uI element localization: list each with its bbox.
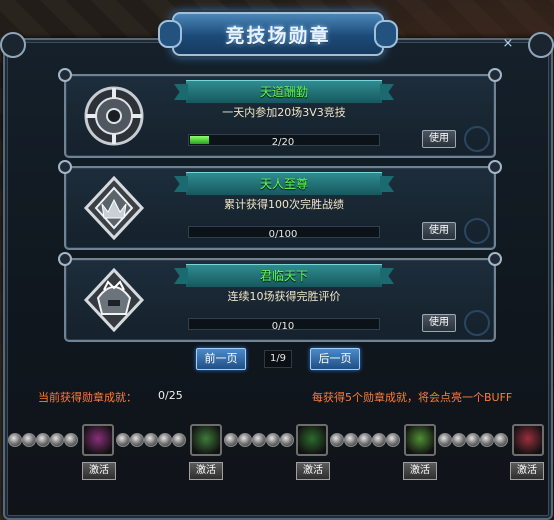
medal-slot-dot: [130, 433, 144, 447]
corner-ornament-top-left: [0, 32, 26, 58]
use-button[interactable]: 使用: [422, 130, 456, 148]
activate-button-2[interactable]: 激活: [189, 462, 223, 480]
medal-card-1: 天道酬勤 一天内参加20场3V3竞技 2/20 使用: [58, 68, 502, 158]
green-muscle-icon[interactable]: [404, 424, 436, 456]
page-indicator: 1/9: [264, 350, 292, 368]
buff-strip: [8, 424, 546, 456]
medal-slot-dot: [158, 433, 172, 447]
card-corner-ornament: [488, 160, 502, 174]
window-title: 竞技场勋章: [225, 25, 331, 47]
swirl-icon: [464, 126, 490, 152]
medal-slot-dot: [172, 433, 186, 447]
medal-slot-dot: [452, 433, 466, 447]
card-corner-ornament: [58, 160, 72, 174]
medal-slot-dot: [386, 433, 400, 447]
crown-medal-icon: [83, 176, 145, 240]
medal-description: 累计获得100次完胜战绩: [224, 198, 344, 211]
medal-slot-dot: [36, 433, 50, 447]
medal-slot-dot: [466, 433, 480, 447]
card-corner-ornament: [488, 252, 502, 266]
medal-name-banner: 君临天下: [186, 264, 382, 288]
activate-button-3[interactable]: 激活: [296, 462, 330, 480]
activate-button-1[interactable]: 激活: [82, 462, 116, 480]
medal-name: 天人至尊: [259, 177, 308, 191]
swirl-icon: [464, 218, 490, 244]
medal-slot-dot: [22, 433, 36, 447]
medal-slot-dot: [280, 433, 294, 447]
medal-name-banner: 天人至尊: [186, 172, 382, 196]
red-gem-icon[interactable]: [512, 424, 544, 456]
corner-ornament-top-right: [528, 32, 554, 58]
medal-slot-dot: [64, 433, 78, 447]
purple-cloak-icon[interactable]: [82, 424, 114, 456]
next-page-button[interactable]: 后一页: [310, 348, 360, 370]
green-figure-icon[interactable]: [296, 424, 328, 456]
medal-slot-dot: [144, 433, 158, 447]
achievement-label: 当前获得勋章成就：: [38, 391, 137, 404]
medal-slot-dot: [344, 433, 358, 447]
medal-slot-dot: [266, 433, 280, 447]
medal-slot-dot: [438, 433, 452, 447]
medal-card-2: 天人至尊 累计获得100次完胜战绩 0/100 使用: [58, 160, 502, 250]
medal-slot-dot: [8, 433, 22, 447]
medal-slot-dot: [238, 433, 252, 447]
progress-text: 0/100: [268, 229, 298, 240]
gear-medal-icon: [84, 86, 144, 146]
green-beast-icon[interactable]: [190, 424, 222, 456]
medal-slot-dot: [252, 433, 266, 447]
medal-description: 连续10场获得完胜评价: [227, 290, 341, 303]
progress-text: 2/20: [271, 137, 295, 148]
card-corner-ornament: [488, 68, 502, 82]
medal-slot-dot: [494, 433, 508, 447]
medal-description: 一天内参加20场3V3竞技: [222, 106, 346, 119]
medal-name: 君临天下: [259, 269, 308, 283]
swirl-icon: [464, 310, 490, 336]
achievement-value: 0/25: [158, 389, 183, 402]
use-button[interactable]: 使用: [422, 222, 456, 240]
medal-slot-dot: [50, 433, 64, 447]
helmet-medal-icon: [83, 268, 145, 332]
achievement-note: 每获得5个勋章成就，将会点亮一个BUFF: [312, 391, 513, 404]
medal-slot-dot: [480, 433, 494, 447]
close-icon[interactable]: ×: [500, 37, 516, 51]
medal-slot-dot: [224, 433, 238, 447]
medal-card-3: 君临天下 连续10场获得完胜评价 0/10 使用: [58, 252, 502, 342]
progress-text: 0/10: [271, 321, 295, 332]
medal-name: 天道酬勤: [259, 85, 308, 99]
medal-slot-dot: [372, 433, 386, 447]
medal-slot-dot: [330, 433, 344, 447]
use-button[interactable]: 使用: [422, 314, 456, 332]
medal-slot-dot: [116, 433, 130, 447]
medal-name-banner: 天道酬勤: [186, 80, 382, 104]
prev-page-button[interactable]: 前一页: [196, 348, 246, 370]
medal-slot-dot: [358, 433, 372, 447]
card-corner-ornament: [58, 252, 72, 266]
title-plate: 竞技场勋章: [158, 12, 398, 56]
activate-button-4[interactable]: 激活: [403, 462, 437, 480]
activate-button-5[interactable]: 激活: [510, 462, 544, 480]
card-corner-ornament: [58, 68, 72, 82]
